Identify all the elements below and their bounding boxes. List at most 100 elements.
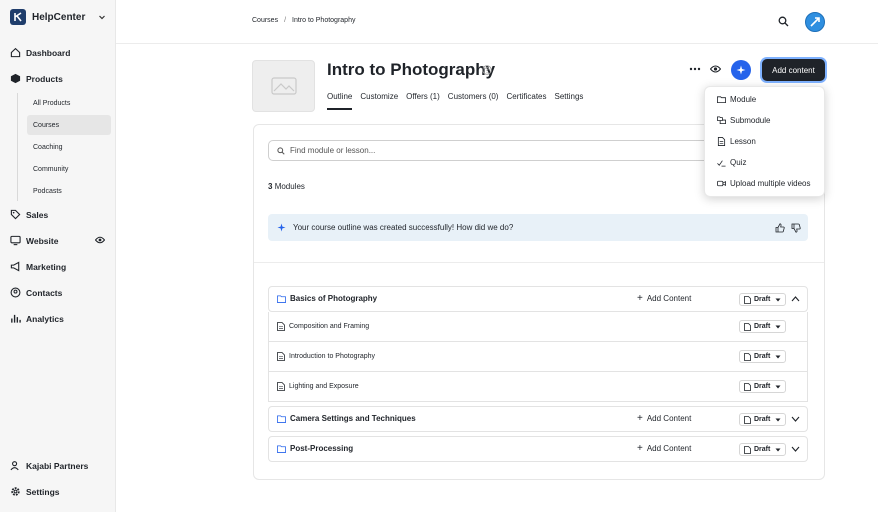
- contact-icon: [10, 287, 21, 298]
- nav-products-label: Products: [26, 73, 63, 84]
- document-icon: [744, 415, 751, 424]
- module-row[interactable]: Basics of Photography + Add Content Draf…: [268, 286, 808, 312]
- lesson-row[interactable]: Introduction to Photography Draft: [268, 342, 808, 372]
- success-banner: Your course outline was created successf…: [268, 214, 808, 241]
- subnav-coaching[interactable]: Coaching: [27, 137, 111, 157]
- nav-contacts[interactable]: Contacts: [10, 287, 62, 298]
- chevron-down-icon[interactable]: [791, 415, 800, 423]
- module-name: Basics of Photography: [290, 294, 378, 303]
- status-dropdown[interactable]: Draft: [739, 320, 787, 333]
- plus-icon: +: [637, 412, 643, 424]
- menu-submodule-label: Submodule: [730, 116, 771, 125]
- nav-contacts-label: Contacts: [26, 287, 63, 298]
- nav-kajabi-partners[interactable]: Kajabi Partners: [10, 460, 88, 471]
- search-placeholder: Find module or lesson...: [290, 146, 376, 155]
- module-count-number: 3: [268, 182, 273, 191]
- menu-item-upload-videos[interactable]: Upload multiple videos: [717, 179, 811, 188]
- document-icon: [744, 322, 751, 331]
- menu-quiz-label: Quiz: [730, 158, 747, 167]
- tab-certificates[interactable]: Certificates: [506, 92, 546, 110]
- lesson-row[interactable]: Lighting and Exposure Draft: [268, 372, 808, 402]
- module-add-content-button[interactable]: + Add Content: [637, 292, 691, 304]
- thumbs-down-icon[interactable]: [791, 223, 801, 233]
- module-name: Post-Processing: [290, 444, 354, 453]
- nav-settings[interactable]: Settings: [10, 486, 60, 497]
- more-options-icon[interactable]: [689, 63, 701, 75]
- course-thumbnail[interactable]: [252, 60, 315, 112]
- status-dropdown[interactable]: Draft: [739, 413, 787, 426]
- help-icon[interactable]: [482, 65, 492, 75]
- nav-website-label: Website: [26, 235, 59, 246]
- preview-eye-icon[interactable]: [710, 64, 721, 74]
- nav-dashboard[interactable]: Dashboard: [10, 47, 70, 58]
- thumbs-up-icon[interactable]: [775, 223, 785, 233]
- image-placeholder-icon: [270, 77, 297, 95]
- nav-settings-label: Settings: [26, 486, 60, 497]
- menu-upload-label: Upload multiple videos: [730, 179, 811, 188]
- menu-item-submodule[interactable]: Submodule: [717, 116, 770, 125]
- nav-sales[interactable]: Sales: [10, 209, 48, 220]
- top-bar: Courses / Intro to Photography: [116, 0, 878, 44]
- add-content-button[interactable]: Add content: [762, 59, 825, 81]
- menu-item-lesson[interactable]: Lesson: [717, 137, 756, 146]
- status-dropdown[interactable]: Draft: [739, 380, 787, 393]
- caret-down-icon: [775, 385, 781, 388]
- add-content-menu: Module Submodule Lesson Quiz Upload mult…: [704, 86, 825, 197]
- status-dropdown[interactable]: Draft: [739, 293, 787, 306]
- search-icon: [277, 146, 285, 155]
- status-dropdown[interactable]: Draft: [739, 443, 787, 456]
- module-add-content-button[interactable]: + Add Content: [637, 443, 692, 453]
- caret-down-icon: [775, 355, 781, 358]
- document-icon: [744, 382, 751, 391]
- chevron-down-icon[interactable]: [791, 445, 800, 453]
- tab-outline[interactable]: Outline: [327, 92, 353, 110]
- module-title: Basics of Photography: [277, 294, 377, 303]
- eye-icon[interactable]: [95, 236, 105, 244]
- search-icon[interactable]: [778, 16, 789, 27]
- brand-switcher[interactable]: HelpCenter: [10, 9, 106, 25]
- avatar[interactable]: [805, 12, 825, 32]
- menu-item-module[interactable]: Module: [717, 95, 756, 104]
- brand-name: HelpCenter: [32, 11, 86, 23]
- breadcrumb-courses[interactable]: Courses: [252, 17, 278, 24]
- nav-marketing[interactable]: Marketing: [10, 261, 66, 272]
- bar-chart-icon: [11, 314, 21, 323]
- tab-offers[interactable]: Offers (1): [406, 92, 440, 110]
- nav-analytics[interactable]: Analytics: [10, 313, 64, 324]
- subnav-podcasts[interactable]: Podcasts: [27, 181, 111, 201]
- lesson-title: Lighting and Exposure: [277, 382, 359, 391]
- caret-down-icon: [775, 448, 781, 451]
- module-row[interactable]: Post-Processing + Add Content Draft: [268, 436, 808, 462]
- chevron-up-icon[interactable]: [791, 295, 800, 303]
- chevron-down-icon[interactable]: [98, 13, 106, 21]
- brand-logo-icon: [10, 9, 26, 25]
- subnav-all-products[interactable]: All Products: [27, 93, 111, 113]
- status-dropdown[interactable]: Draft: [739, 350, 787, 363]
- module-add-content-button[interactable]: + Add Content: [637, 412, 691, 424]
- add-content-label: Add Content: [646, 444, 692, 453]
- subnav-courses[interactable]: Courses: [27, 115, 111, 135]
- module-row[interactable]: Camera Settings and Techniques + Add Con…: [268, 406, 808, 432]
- subnav-community[interactable]: Community: [27, 159, 111, 179]
- tag-icon: [10, 209, 21, 220]
- nav-products[interactable]: Products: [10, 73, 63, 84]
- nav-website[interactable]: Website: [10, 235, 106, 246]
- status-label: Draft: [754, 383, 771, 390]
- document-icon: [744, 295, 751, 304]
- folder-icon: [277, 414, 286, 423]
- menu-item-quiz[interactable]: Quiz: [717, 158, 746, 167]
- tab-customers[interactable]: Customers (0): [448, 92, 499, 110]
- lesson-row[interactable]: Composition and Framing Draft: [268, 312, 808, 342]
- tab-customize[interactable]: Customize: [360, 92, 398, 110]
- sidebar: HelpCenter Dashboard Products All Produc…: [0, 0, 116, 512]
- tab-settings[interactable]: Settings: [555, 92, 584, 110]
- status-label: Draft: [754, 296, 771, 303]
- nav-sales-label: Sales: [26, 209, 49, 220]
- breadcrumb-current: Intro to Photography: [292, 17, 356, 24]
- lesson-name: Introduction to Photography: [289, 353, 376, 360]
- module-count-label: Modules: [274, 182, 305, 191]
- document-icon: [277, 352, 285, 361]
- lesson-title: Composition and Framing: [277, 322, 369, 331]
- ai-sparkle-button[interactable]: [731, 60, 751, 80]
- plus-icon: +: [637, 292, 643, 304]
